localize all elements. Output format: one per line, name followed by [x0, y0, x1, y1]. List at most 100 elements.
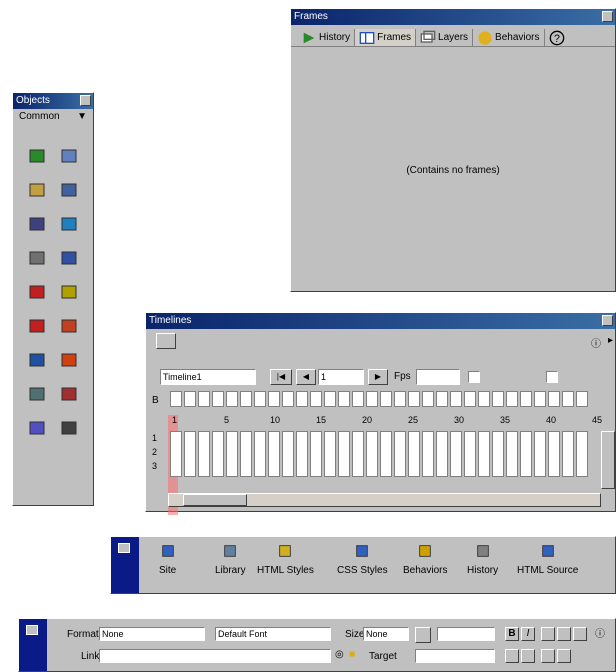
launcher-html-styles-button[interactable]: HTML Styles [257, 543, 314, 576]
behavior-frame[interactable] [506, 391, 518, 407]
behavior-frame[interactable] [212, 391, 224, 407]
track-frame[interactable] [282, 431, 294, 477]
launcher-history-button[interactable]: History [467, 543, 498, 576]
close-icon[interactable] [602, 11, 613, 22]
close-icon[interactable] [602, 315, 613, 326]
folder-icon[interactable]: ■ [349, 649, 355, 660]
track-frame[interactable] [548, 431, 560, 477]
behavior-frame[interactable] [464, 391, 476, 407]
behavior-frame[interactable] [408, 391, 420, 407]
insert-horizontal-rule-icon[interactable] [28, 215, 46, 233]
insert-date-icon[interactable] [60, 283, 78, 301]
track-frame[interactable] [366, 431, 378, 477]
behavior-frame[interactable] [422, 391, 434, 407]
insert-tabular-data-icon[interactable] [60, 181, 78, 199]
track-frame[interactable] [408, 431, 420, 477]
insert-email-link-icon[interactable] [28, 283, 46, 301]
format-select[interactable]: None [99, 627, 205, 641]
link-field[interactable] [99, 649, 331, 663]
behavior-frame[interactable] [478, 391, 490, 407]
help-icon[interactable]: ⓘ [591, 335, 601, 350]
tab-behaviors[interactable]: Behaviors [473, 29, 545, 46]
behavior-frame[interactable] [324, 391, 336, 407]
track-frame[interactable] [394, 431, 406, 477]
track-frame[interactable] [310, 431, 322, 477]
dock-tab[interactable] [19, 619, 47, 671]
track-frame[interactable] [226, 431, 238, 477]
launcher-behaviors-button[interactable]: Behaviors [403, 543, 447, 576]
track-frame[interactable] [338, 431, 350, 477]
track-frame[interactable] [240, 431, 252, 477]
insert-applet-icon[interactable] [28, 385, 46, 403]
align-right-button[interactable] [573, 627, 587, 641]
track-frame[interactable] [184, 431, 196, 477]
track-frame[interactable] [562, 431, 574, 477]
bold-button[interactable]: B [505, 627, 519, 641]
objects-title-bar[interactable]: Objects [13, 93, 93, 109]
insert-navigation-bar-icon[interactable] [60, 215, 78, 233]
autoplay-checkbox[interactable] [468, 371, 480, 383]
back-button[interactable]: ◀ [296, 369, 316, 385]
color-swatch[interactable] [415, 627, 431, 643]
track-frame[interactable] [324, 431, 336, 477]
font-select[interactable]: Default Font [215, 627, 331, 641]
insert-line-break-icon[interactable] [60, 249, 78, 267]
behavior-frame[interactable] [198, 391, 210, 407]
track-frame[interactable] [212, 431, 224, 477]
track-frame[interactable] [520, 431, 532, 477]
target-select[interactable] [415, 649, 495, 663]
behavior-frame[interactable] [380, 391, 392, 407]
track-frame[interactable] [254, 431, 266, 477]
track-frames[interactable] [170, 431, 588, 477]
launcher-library-button[interactable]: Library [215, 543, 246, 576]
close-icon[interactable] [80, 95, 91, 106]
align-center-button[interactable] [557, 627, 571, 641]
behavior-frame[interactable] [576, 391, 588, 407]
track-frame[interactable] [352, 431, 364, 477]
behavior-frame[interactable] [366, 391, 378, 407]
insert-table-icon[interactable] [28, 181, 46, 199]
behavior-frame[interactable] [562, 391, 574, 407]
track-frame[interactable] [492, 431, 504, 477]
insert-activex-icon[interactable] [60, 385, 78, 403]
ordered-list-button[interactable] [521, 649, 535, 663]
indent-button[interactable] [557, 649, 571, 663]
timeline-tab[interactable] [156, 333, 176, 349]
play-button[interactable]: ▶ [368, 369, 388, 385]
point-to-file-icon[interactable]: ◎ [335, 649, 344, 660]
help-button[interactable]: ? [545, 29, 569, 46]
insert-shockwave-icon[interactable] [60, 317, 78, 335]
frame-field[interactable]: 1 [318, 369, 364, 385]
behavior-frame[interactable] [226, 391, 238, 407]
behavior-frame[interactable] [450, 391, 462, 407]
behavior-frame[interactable] [310, 391, 322, 407]
launcher-html-source-button[interactable]: HTML Source [517, 543, 578, 576]
behavior-frame[interactable] [548, 391, 560, 407]
behavior-frame[interactable] [394, 391, 406, 407]
frames-title-bar[interactable]: Frames [291, 9, 615, 25]
color-field[interactable] [437, 627, 495, 641]
track-frame[interactable] [198, 431, 210, 477]
vertical-scrollbar[interactable] [601, 431, 615, 489]
scroll-thumb[interactable] [183, 494, 247, 506]
help-icon[interactable]: ⓘ [595, 625, 605, 640]
timelines-title-bar[interactable]: Timelines [146, 313, 615, 329]
insert-plugin-icon[interactable] [28, 419, 46, 437]
behavior-frame[interactable] [436, 391, 448, 407]
insert-layer-icon[interactable] [28, 249, 46, 267]
behavior-frame[interactable] [240, 391, 252, 407]
behavior-frame[interactable] [296, 391, 308, 407]
tab-frames[interactable]: Frames [355, 29, 417, 46]
track-frame[interactable] [296, 431, 308, 477]
track-frame[interactable] [534, 431, 546, 477]
track-frame[interactable] [268, 431, 280, 477]
behavior-frame[interactable] [254, 391, 266, 407]
insert-fireworks-icon[interactable] [60, 351, 78, 369]
behavior-frame[interactable] [338, 391, 350, 407]
insert-server-include-icon[interactable] [60, 419, 78, 437]
timeline-select[interactable]: Timeline1 [160, 369, 256, 385]
loop-checkbox[interactable] [546, 371, 558, 383]
fps-field[interactable] [416, 369, 460, 385]
track-frame[interactable] [380, 431, 392, 477]
rewind-button[interactable]: |◀ [270, 369, 292, 385]
